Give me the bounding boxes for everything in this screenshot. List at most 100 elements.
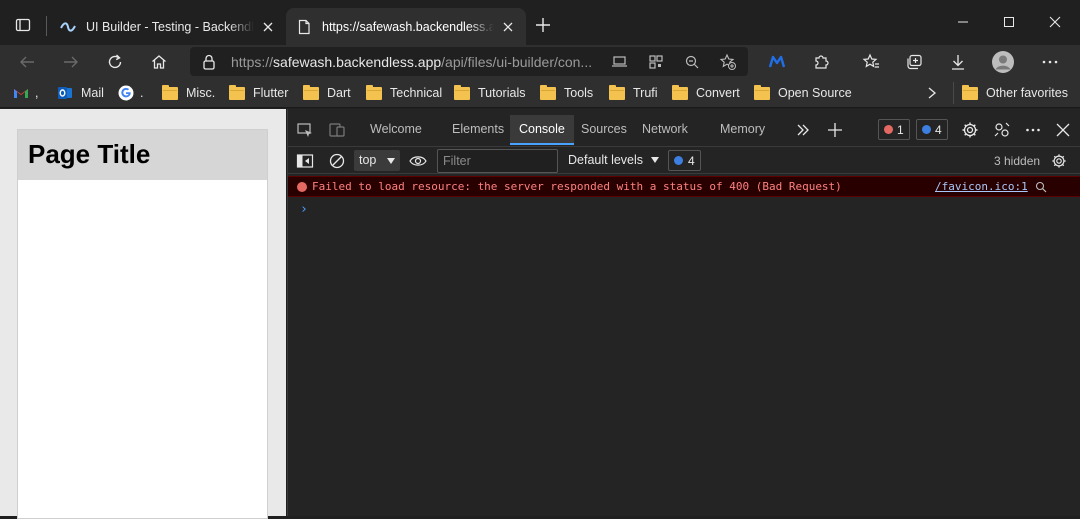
favorite-google[interactable]: . bbox=[118, 84, 143, 102]
message-icon bbox=[674, 156, 683, 165]
refresh-icon bbox=[108, 54, 122, 69]
favorites-button[interactable] bbox=[858, 49, 884, 75]
tab-ui-builder[interactable]: UI Builder - Testing - Backendless bbox=[50, 8, 286, 45]
device-icon bbox=[329, 123, 345, 137]
refresh-button[interactable] bbox=[102, 49, 128, 75]
console-settings-button[interactable] bbox=[1048, 150, 1070, 172]
backendless-favicon-icon bbox=[60, 21, 76, 32]
favorite-folder-misc[interactable]: Misc. bbox=[162, 84, 215, 102]
url-text[interactable]: https://safewash.backendless.app/api/fil… bbox=[231, 54, 601, 70]
avatar-icon bbox=[992, 51, 1014, 73]
more-dots-icon bbox=[1026, 128, 1040, 132]
favorite-gmail[interactable]: , bbox=[13, 84, 38, 102]
add-tool-button[interactable] bbox=[824, 119, 846, 141]
devtools-settings-button[interactable] bbox=[959, 119, 981, 141]
home-button[interactable] bbox=[146, 49, 172, 75]
maximize-button[interactable] bbox=[995, 10, 1023, 34]
console-prompt[interactable]: › bbox=[300, 202, 308, 217]
devtools-more-button[interactable] bbox=[1022, 119, 1044, 141]
log-levels-dropdown[interactable]: Default levels bbox=[568, 153, 660, 167]
page-title: Page Title bbox=[18, 130, 267, 180]
favorite-folder-flutter[interactable]: Flutter bbox=[229, 84, 288, 102]
back-arrow-icon bbox=[20, 56, 34, 68]
maximize-icon bbox=[1004, 17, 1014, 27]
live-expression-button[interactable] bbox=[407, 150, 429, 172]
clear-console-button[interactable] bbox=[326, 150, 348, 172]
favorites-star-icon bbox=[862, 53, 879, 68]
context-selector[interactable]: top bbox=[354, 150, 400, 171]
plus-icon bbox=[828, 123, 842, 137]
inspect-icon bbox=[297, 123, 312, 137]
favorite-folder-open-source[interactable]: Open Source bbox=[754, 84, 852, 102]
filter-input[interactable]: Filter bbox=[437, 149, 558, 173]
tab-console[interactable]: Console bbox=[510, 115, 574, 145]
inspect-element-button[interactable] bbox=[294, 119, 316, 141]
tab-sources[interactable]: Sources bbox=[572, 115, 636, 145]
connect-device-button[interactable] bbox=[991, 119, 1013, 141]
hidden-messages-count: 3 hidden bbox=[994, 154, 1041, 168]
collections-button[interactable] bbox=[901, 49, 927, 75]
devtools-tab-bar: Welcome Elements Console Sources Network… bbox=[288, 115, 1080, 145]
extensions-button[interactable] bbox=[808, 49, 834, 75]
favorite-mail[interactable]: Mail bbox=[57, 84, 104, 102]
qr-code-icon[interactable] bbox=[646, 52, 666, 72]
favorite-folder-trufi[interactable]: Trufi bbox=[609, 84, 658, 102]
forward-button[interactable] bbox=[58, 49, 84, 75]
error-source-link[interactable]: /favicon.ico:1 bbox=[935, 180, 1028, 193]
lock-icon[interactable] bbox=[202, 54, 216, 70]
collections-icon bbox=[907, 54, 922, 70]
tab-actions-icon bbox=[15, 18, 31, 32]
tab-network[interactable]: Network bbox=[633, 115, 697, 145]
malwarebytes-extension-button[interactable] bbox=[764, 49, 790, 75]
more-dots-icon bbox=[1042, 60, 1058, 64]
issues-count-badge[interactable]: 4 bbox=[668, 150, 701, 171]
favorite-folder-tools[interactable]: Tools bbox=[540, 84, 593, 102]
close-window-button[interactable] bbox=[1041, 10, 1069, 34]
close-tab-icon[interactable] bbox=[260, 19, 276, 35]
console-toolbar: top Filter Default levels 4 3 hidden bbox=[288, 146, 1080, 174]
page-card: Page Title bbox=[17, 129, 268, 519]
folder-icon bbox=[962, 84, 978, 100]
dropdown-arrow-icon bbox=[387, 158, 395, 164]
favorite-folder-technical[interactable]: Technical bbox=[366, 84, 442, 102]
minimize-button[interactable] bbox=[949, 10, 977, 34]
outlook-icon bbox=[58, 87, 72, 99]
favorites-overflow-button[interactable] bbox=[926, 84, 938, 102]
zoom-icon[interactable] bbox=[682, 52, 702, 72]
tab-memory[interactable]: Memory bbox=[711, 115, 774, 145]
favorite-folder-tutorials[interactable]: Tutorials bbox=[454, 84, 525, 102]
tab-welcome[interactable]: Welcome bbox=[361, 115, 431, 145]
close-devtools-button[interactable] bbox=[1052, 119, 1074, 141]
settings-more-button[interactable] bbox=[1037, 49, 1063, 75]
download-icon bbox=[952, 55, 964, 70]
error-count-badge[interactable]: 1 bbox=[878, 119, 910, 140]
close-icon bbox=[1056, 123, 1070, 137]
home-icon bbox=[152, 55, 166, 69]
add-favorite-icon[interactable] bbox=[718, 52, 738, 72]
tab-title: UI Builder - Testing - Backendless bbox=[86, 19, 254, 34]
folder-icon bbox=[454, 84, 470, 100]
favorites-bar: , Mail . Misc. Flutter Dart Technical Tu… bbox=[0, 78, 1080, 108]
clear-icon bbox=[329, 153, 345, 169]
new-tab-icon[interactable] bbox=[532, 14, 554, 36]
more-tabs-button[interactable] bbox=[792, 119, 814, 141]
search-icon[interactable] bbox=[1035, 181, 1047, 193]
favorite-folder-other[interactable]: Other favorites bbox=[953, 82, 1068, 104]
message-count-badge[interactable]: 4 bbox=[916, 119, 948, 140]
favorite-folder-dart[interactable]: Dart bbox=[303, 84, 351, 102]
tab-elements[interactable]: Elements bbox=[443, 115, 513, 145]
tab-separator bbox=[46, 16, 47, 36]
profile-button[interactable] bbox=[990, 49, 1016, 75]
back-button[interactable] bbox=[14, 49, 40, 75]
error-icon bbox=[297, 182, 307, 192]
show-sidebar-button[interactable] bbox=[294, 150, 316, 172]
tab-safewash-active[interactable]: https://safewash.backendless.app/api/fil… bbox=[286, 8, 526, 45]
close-tab-icon[interactable] bbox=[500, 19, 516, 35]
console-error-message[interactable]: Failed to load resource: the server resp… bbox=[288, 176, 1080, 197]
device-emulation-button[interactable] bbox=[326, 119, 348, 141]
address-bar[interactable]: https://safewash.backendless.app/api/fil… bbox=[190, 47, 748, 76]
favorite-folder-convert[interactable]: Convert bbox=[672, 84, 740, 102]
tab-actions-button[interactable] bbox=[6, 8, 40, 42]
downloads-button[interactable] bbox=[945, 49, 971, 75]
app-available-icon[interactable] bbox=[610, 52, 630, 72]
